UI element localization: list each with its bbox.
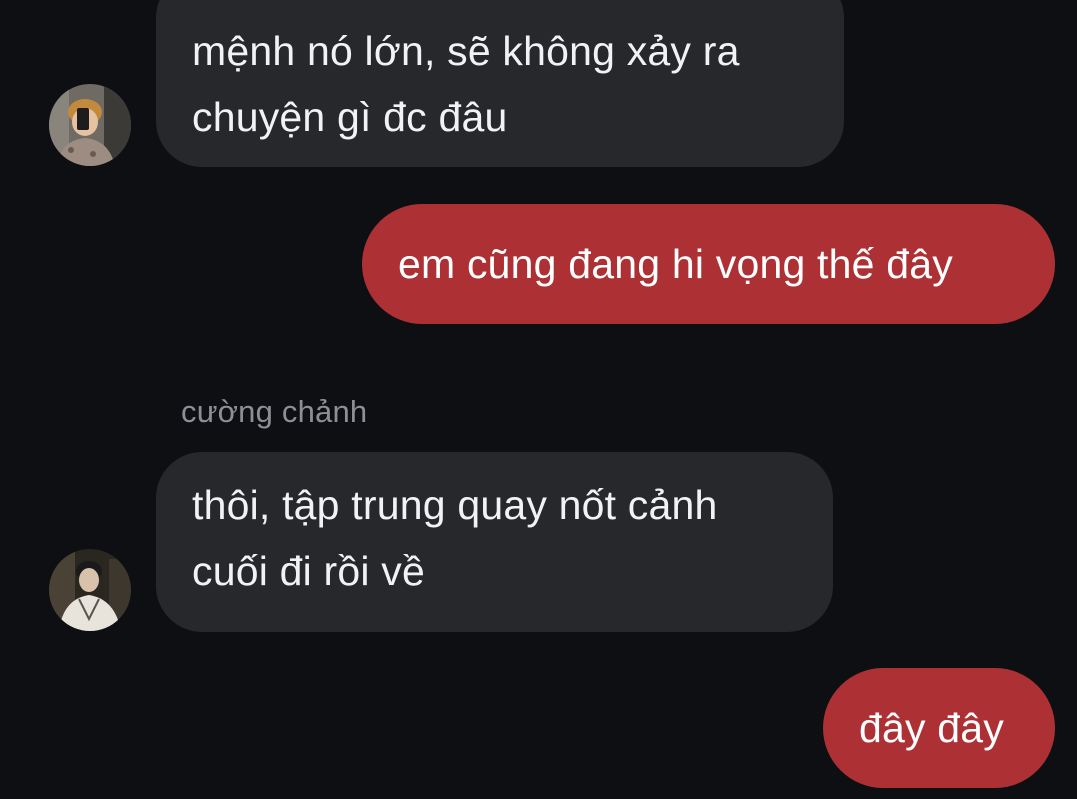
profile-photo-icon bbox=[49, 549, 131, 631]
sender-name: cường chảnh bbox=[181, 394, 368, 429]
profile-photo-icon bbox=[49, 84, 131, 166]
avatar[interactable] bbox=[49, 549, 131, 631]
message-bubble-incoming[interactable]: thôi, tập trung quay nốt cảnh cuối đi rồ… bbox=[156, 452, 833, 632]
avatar[interactable] bbox=[49, 84, 131, 166]
message-bubble-incoming[interactable]: mệnh nó lớn, sẽ không xảy ra chuyện gì đ… bbox=[156, 0, 844, 167]
message-bubble-outgoing[interactable]: đây đây bbox=[823, 668, 1055, 788]
message-bubble-outgoing[interactable]: em cũng đang hi vọng thế đây bbox=[362, 204, 1055, 324]
